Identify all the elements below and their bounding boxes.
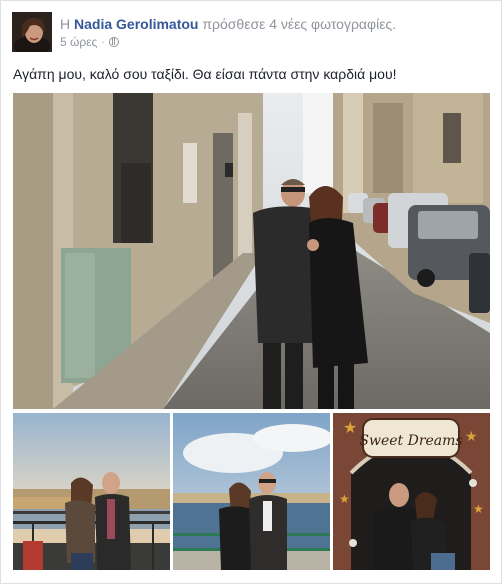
post-meta: 5 ώρες · xyxy=(60,35,119,49)
svg-text:★: ★ xyxy=(339,492,350,506)
globe-icon[interactable] xyxy=(108,37,119,47)
author-name-link[interactable]: Nadia Gerolimatou xyxy=(74,16,198,32)
post-caption: Αγάπη μου, καλό σου ταξίδι. Θα είσαι πάν… xyxy=(13,66,397,82)
post-header: Η Nadia Gerolimatou πρόσθεσε 4 νέες φωτο… xyxy=(12,12,492,54)
seaside-photo[interactable] xyxy=(173,413,330,570)
facebook-post: Η Nadia Gerolimatou πρόσθεσε 4 νέες φωτο… xyxy=(0,0,502,584)
svg-text:★: ★ xyxy=(465,428,478,444)
main-photo[interactable] xyxy=(13,93,490,409)
svg-text:★: ★ xyxy=(473,502,484,516)
post-timestamp[interactable]: 5 ώρες xyxy=(60,35,97,49)
sweet-dreams-photo[interactable]: Sweet Dreams ★ ★ ★ ★ xyxy=(333,413,490,570)
sweet-dreams-sign: Sweet Dreams xyxy=(359,433,462,449)
post-action-text: πρόσθεσε 4 νέες φωτογραφίες. xyxy=(202,16,397,32)
harbor-sunset-photo[interactable] xyxy=(13,413,170,570)
author-avatar[interactable] xyxy=(12,12,52,52)
post-title-line: Η Nadia Gerolimatou πρόσθεσε 4 νέες φωτο… xyxy=(60,15,396,33)
post-article: Η xyxy=(60,16,71,32)
meta-separator: · xyxy=(101,36,105,48)
svg-text:★: ★ xyxy=(343,420,357,437)
